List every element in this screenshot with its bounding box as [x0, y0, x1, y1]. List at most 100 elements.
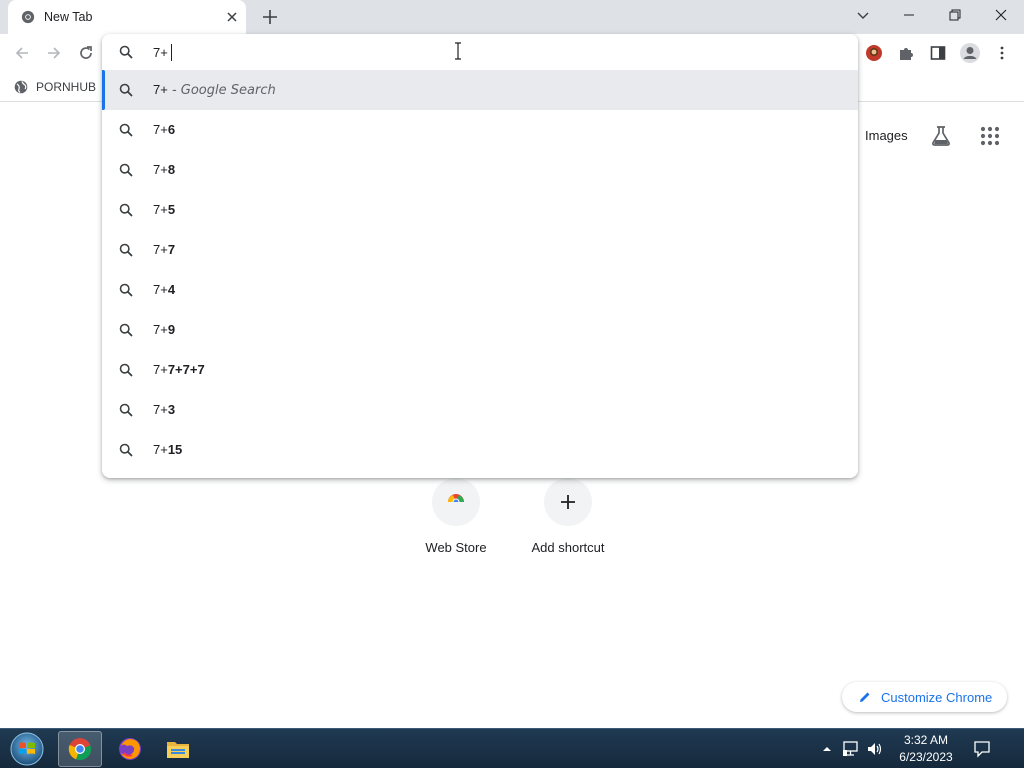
window-close-button[interactable] — [978, 0, 1024, 30]
suggestion-item[interactable]: 7+8 — [102, 150, 858, 190]
suggestion-item[interactable]: 7+15 — [102, 430, 858, 470]
taskbar-file-explorer[interactable] — [156, 731, 200, 767]
search-icon — [119, 403, 133, 417]
new-tab-button[interactable] — [259, 6, 281, 28]
suggestion-typed: 7+ — [153, 282, 168, 297]
extension-avatar-icon — [866, 45, 882, 61]
reload-icon — [80, 46, 92, 59]
search-icon — [119, 45, 133, 59]
close-icon[interactable] — [224, 9, 240, 25]
suggestion-completion: 15 — [167, 442, 183, 457]
extension-avatar-button[interactable] — [862, 41, 886, 65]
side-panel-icon — [930, 46, 946, 60]
suggestion-typed: 7+ — [153, 82, 168, 97]
minimize-button[interactable] — [886, 0, 932, 30]
notification-icon — [974, 741, 990, 758]
tab-search-button[interactable] — [840, 0, 886, 30]
search-icon — [119, 123, 133, 137]
clock-date: 6/23/2023 — [899, 750, 953, 764]
taskbar-clock[interactable]: 3:32 AM 6/23/2023 — [886, 732, 966, 766]
apps-grid-icon[interactable] — [978, 124, 1002, 148]
folder-icon — [167, 742, 189, 758]
minimize-icon — [904, 14, 914, 16]
shortcut-tile — [432, 478, 480, 526]
suggestion-item[interactable]: 7+3 — [102, 390, 858, 430]
show-hidden-icons-button[interactable] — [820, 729, 834, 768]
suggestion-text: 7+6 — [153, 122, 175, 137]
clock-time: 3:32 AM — [903, 733, 949, 747]
puzzle-piece-icon — [900, 48, 913, 60]
shortcut-web-store[interactable]: Web Store — [400, 478, 512, 564]
firefox-icon — [119, 738, 141, 760]
restore-button[interactable] — [932, 0, 978, 30]
back-button[interactable] — [10, 41, 34, 65]
close-icon — [995, 9, 1007, 21]
suggestion-text: 7+3 — [153, 402, 175, 417]
suggestion-completion: 8 — [167, 162, 176, 177]
profile-button[interactable] — [958, 41, 982, 65]
forward-arrow-icon — [48, 47, 61, 59]
suggestion-text: 7+8 — [153, 162, 175, 177]
suggestion-item[interactable]: 7+4 — [102, 270, 858, 310]
omnibox-text[interactable]: 7+ — [153, 44, 172, 61]
shortcut-tile — [544, 478, 592, 526]
search-icon — [119, 243, 133, 257]
menu-button[interactable] — [990, 41, 1014, 65]
side-panel-button[interactable] — [926, 41, 950, 65]
suggestion-text: 7+5 — [153, 202, 175, 217]
search-icon — [119, 323, 133, 337]
suggestion-item[interactable]: 7+5 — [102, 190, 858, 230]
suggestion-typed: 7+ — [153, 202, 168, 217]
customize-chrome-button[interactable]: Customize Chrome — [842, 682, 1007, 712]
suggestion-text: 7+9 — [153, 322, 175, 337]
forward-button[interactable] — [42, 41, 66, 65]
suggestion-item[interactable]: 7+7+7+7 — [102, 350, 858, 390]
suggestion-typed: 7+ — [153, 362, 168, 377]
chrome-icon — [68, 738, 92, 761]
action-center-button[interactable] — [968, 729, 996, 768]
back-arrow-icon — [15, 47, 28, 59]
extensions-button[interactable] — [894, 41, 918, 65]
bookmark-item[interactable]: PORNHUB — [14, 77, 96, 97]
shortcut-label: Add shortcut — [531, 540, 605, 555]
taskbar: 3:32 AM 6/23/2023 — [0, 728, 1024, 768]
bookmark-label: PORNHUB — [36, 80, 97, 94]
suggestion-item[interactable]: 7+6 — [102, 110, 858, 150]
omnibox-value: 7+ — [153, 45, 168, 60]
taskbar-chrome[interactable] — [58, 731, 102, 767]
more-vert-icon — [1000, 46, 1004, 60]
network-icon — [843, 741, 858, 756]
chrome-icon — [21, 10, 35, 24]
labs-flask-icon[interactable] — [929, 124, 953, 148]
suggestion-completion: 6 — [167, 122, 176, 137]
restore-icon — [949, 9, 961, 21]
shortcut-label: Web Store — [425, 540, 487, 555]
windows-start-icon[interactable] — [8, 731, 46, 767]
reload-button[interactable] — [74, 41, 98, 65]
shortcut-add[interactable]: Add shortcut — [512, 478, 624, 564]
images-link[interactable]: Images — [865, 128, 908, 143]
volume-tray-button[interactable] — [864, 729, 886, 768]
pencil-icon — [860, 692, 870, 702]
suggestion-typed: 7+ — [153, 122, 168, 137]
suggestion-typed: 7+ — [153, 242, 168, 257]
network-tray-button[interactable] — [840, 729, 862, 768]
suggestion-completion: 4 — [167, 282, 176, 297]
suggestion-item[interactable]: 7+9 — [102, 310, 858, 350]
chevron-down-icon — [857, 12, 869, 19]
suggestion-text: 7+4 — [153, 282, 175, 297]
tab-strip: New Tab — [0, 0, 1024, 34]
suggestion-completion: 7+7+7 — [167, 362, 205, 377]
search-icon — [119, 163, 133, 177]
tab-new-tab[interactable]: New Tab — [8, 0, 246, 34]
omnibox-input[interactable]: 7+ — [102, 34, 858, 70]
web-store-icon — [448, 494, 464, 506]
taskbar-firefox[interactable] — [108, 731, 152, 767]
ibeam-cursor-icon — [455, 42, 461, 60]
profile-icon — [960, 43, 980, 63]
suggestion-completion: 9 — [167, 322, 176, 337]
search-icon — [119, 83, 133, 97]
suggestion-item[interactable]: 7+7 — [102, 230, 858, 270]
suggestion-text: 7+7+7+7 — [153, 362, 205, 377]
suggestion-google-search[interactable]: 7+ - Google Search — [102, 70, 858, 110]
